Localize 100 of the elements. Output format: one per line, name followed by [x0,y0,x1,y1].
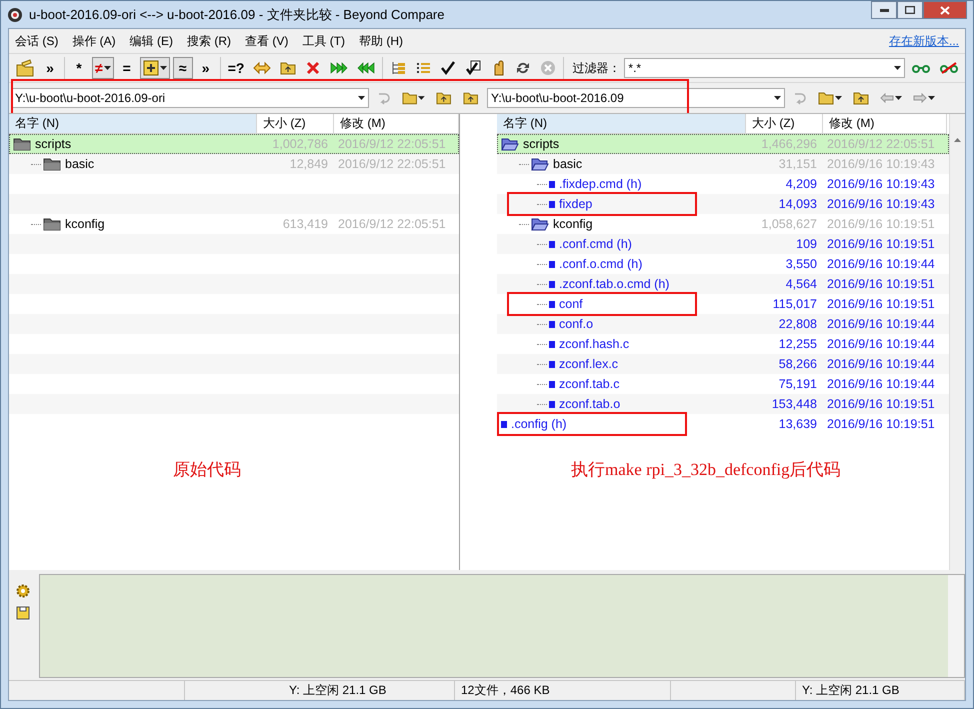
file-size: 4,209 [786,177,817,191]
folder-icon [43,157,61,171]
file-icon [549,300,555,308]
menu-item[interactable]: 帮助 (H) [359,32,404,50]
file-row[interactable]: fixdep 14,093 2016/9/16 10:19:43 [497,194,949,214]
file-row[interactable]: conf 115,017 2016/9/16 10:19:51 [497,294,949,314]
save-icon[interactable] [16,606,30,620]
column-header[interactable]: 大小 (Z) [257,114,334,134]
toolbar-button[interactable]: =? [224,57,248,79]
tree-icon [390,60,406,76]
file-icon [501,420,507,428]
file-row[interactable]: scripts 1,002,786 2016/9/12 22:05:51 [9,134,459,154]
file-row[interactable]: kconfig 1,058,627 2016/9/16 10:19:51 [497,214,949,234]
modified-date: 2016/9/16 10:19:51 [827,397,935,411]
filter-field[interactable]: *.* [624,58,905,78]
window-title: u-boot-2016.09-ori <--> u-boot-2016.09 - 文件夹比较 - Beyond Compare [29,6,446,24]
toolbar-button[interactable] [140,57,170,79]
file-size: 22,808 [778,317,817,331]
open-folder-icon [531,217,549,231]
annotation-text: 执行make rpi_3_32b_defconfig后代码 [571,459,841,481]
key-folder-icon [16,59,34,77]
path-field[interactable]: Y:\u-boot\u-boot-2016.09 [487,88,785,108]
scrollbar[interactable] [949,114,965,570]
file-row[interactable]: basic 12,849 2016/9/12 22:05:51 [9,154,459,174]
filter-label: 过滤器： [572,60,620,76]
column-header[interactable]: 大小 (Z) [746,114,823,134]
folder-icon [818,90,834,106]
up-folder-icon [462,90,478,106]
file-size: 75,191 [778,377,817,391]
file-row[interactable]: basic 31,151 2016/9/16 10:19:43 [497,154,949,174]
file-name: .fixdep.cmd (h) [559,177,642,191]
file-row[interactable]: kconfig 613,419 2016/9/12 22:05:51 [9,214,459,234]
file-icon [549,260,555,268]
file-row[interactable]: .conf.o.cmd (h) 3,550 2016/9/16 10:19:44 [497,254,949,274]
new-version-link[interactable]: 存在新版本... [888,32,959,50]
file-row[interactable]: .config (h) 13,639 2016/9/16 10:19:51 [497,414,949,434]
file-size: 1,466,296 [761,137,817,151]
maximize-button[interactable] [897,1,923,19]
delete-icon [305,60,322,76]
file-row[interactable]: .fixdep.cmd (h) 4,209 2016/9/16 10:19:43 [497,174,949,194]
toolbar-button[interactable]: ≈ [172,57,193,79]
overflow-button[interactable]: » [196,57,216,79]
file-row[interactable]: .conf.cmd (h) 109 2016/9/16 10:19:51 [497,234,949,254]
caret-icon [835,96,842,100]
modified-date: 2016/9/16 10:19:44 [827,357,935,371]
toolbar-button[interactable]: * [69,57,89,79]
checkmark-icon [440,60,456,76]
file-icon [549,320,555,328]
toolbar-button[interactable]: ≠ [92,57,114,79]
modified-date: 2016/9/16 10:19:44 [827,337,935,351]
status-text: 12文件，466 KB [461,682,550,699]
modified-date: 2016/9/16 10:19:51 [827,297,935,311]
modified-date: 2016/9/16 10:19:51 [827,417,935,431]
file-row[interactable]: zconf.tab.o 153,448 2016/9/16 10:19:51 [497,394,949,414]
file-row[interactable]: zconf.hash.c 12,255 2016/9/16 10:19:44 [497,334,949,354]
folder-icon [43,217,61,231]
modified-date: 2016/9/16 10:19:51 [827,217,935,231]
file-icon [549,380,555,388]
file-icon [549,180,555,188]
file-row[interactable]: scripts 1,466,296 2016/9/12 22:05:51 [497,134,949,154]
modified-date: 2016/9/16 10:19:51 [827,237,935,251]
file-size: 1,002,786 [272,137,328,151]
file-size: 1,058,627 [761,217,817,231]
status-text: Y: 上空闲 21.1 GB [802,682,900,699]
file-icon [549,400,555,408]
file-size: 13,639 [778,417,817,431]
app-icon [7,6,23,22]
file-row[interactable]: zconf.lex.c 58,266 2016/9/16 10:19:44 [497,354,949,374]
column-header[interactable]: 名字 (N) [497,114,746,134]
file-row[interactable]: conf.o 22,808 2016/9/16 10:19:44 [497,314,949,334]
close-button[interactable] [923,1,967,19]
file-icon [549,240,555,248]
column-header[interactable]: 修改 (M) [823,114,947,134]
caret-icon [774,96,781,100]
scrollbar[interactable] [948,575,964,677]
overflow-button[interactable]: » [40,57,60,79]
file-row[interactable]: .zconf.tab.o.cmd (h) 4,564 2016/9/16 10:19:51 [497,274,949,294]
column-header[interactable]: 名字 (N) [9,114,257,134]
toolbar-button[interactable]: = [116,57,137,79]
modified-date: 2016/9/16 10:19:51 [827,277,935,291]
minimize-button[interactable] [871,1,897,19]
path-field[interactable]: Y:\u-boot\u-boot-2016.09-ori [11,88,369,108]
column-header[interactable]: 修改 (M) [334,114,459,134]
menu-item[interactable]: 工具 (T) [302,32,346,50]
file-size: 12,255 [778,337,817,351]
menu-item[interactable]: 搜索 (R) [187,32,232,50]
menu-item[interactable]: 会话 (S) [15,32,58,50]
menu-item[interactable]: 编辑 (E) [130,32,174,50]
back-arrow-icon [880,93,894,103]
file-size: 4,564 [786,277,817,291]
file-size: 109 [796,237,817,251]
gear-icon[interactable] [16,584,30,598]
menu-item[interactable]: 操作 (A) [72,32,116,50]
menu-item[interactable]: 查看 (V) [245,32,288,50]
glasses-icon [912,63,930,73]
file-icon [549,340,555,348]
file-size: 3,550 [786,257,817,271]
file-row[interactable]: zconf.tab.c 75,191 2016/9/16 10:19:44 [497,374,949,394]
folder-icon [13,137,31,151]
caret-icon [418,96,426,100]
